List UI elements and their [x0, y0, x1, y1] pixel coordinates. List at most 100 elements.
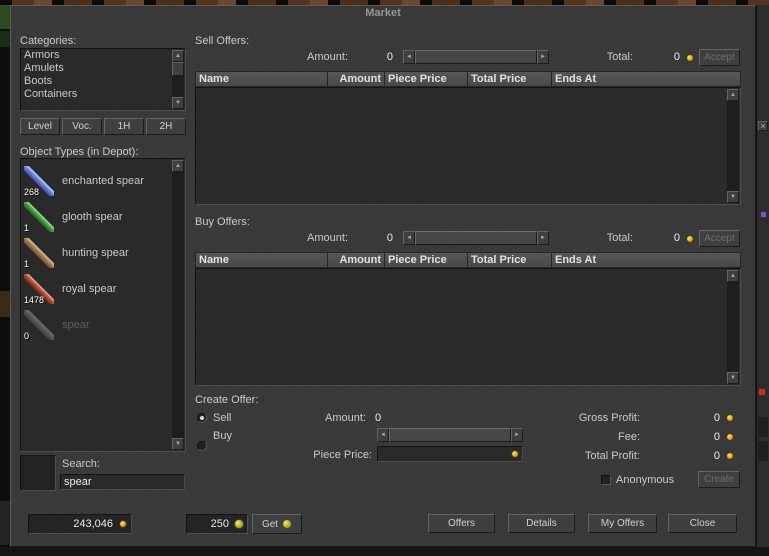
slider-left-icon[interactable]: ◄: [403, 231, 415, 245]
object-row-enchanted-spear[interactable]: 268 enchanted spear: [21, 163, 185, 199]
column-name[interactable]: Name: [196, 72, 328, 86]
create-amount-label: Amount:: [325, 412, 366, 424]
sidebar-slot: [758, 417, 768, 437]
slider-right-icon[interactable]: ►: [511, 428, 523, 442]
column-total-price[interactable]: Total Price: [468, 253, 552, 267]
buy-offers-table[interactable]: ▲ ▼: [195, 268, 741, 386]
anonymous-label[interactable]: Anonymous: [616, 474, 674, 486]
slider-left-icon[interactable]: ◄: [377, 428, 389, 442]
object-name: royal spear: [62, 283, 117, 295]
total-profit-label: Total Profit:: [584, 450, 640, 462]
column-ends-at[interactable]: Ends At: [552, 253, 740, 267]
status-marker-icon: [759, 389, 765, 395]
item-count: 1: [24, 259, 30, 269]
create-amount-slider[interactable]: ◄ ►: [377, 428, 523, 442]
create-button[interactable]: Create: [698, 471, 740, 488]
sell-accept-button[interactable]: Accept: [699, 49, 740, 66]
sidebar-edge: ×: [756, 5, 769, 547]
scrollbar-thumb[interactable]: [172, 62, 184, 76]
hunting-spear-icon: 1: [24, 238, 54, 269]
filter-level-button[interactable]: Level: [20, 118, 60, 135]
game-border-bottom: [0, 547, 769, 556]
gold-coin-icon: [726, 452, 734, 460]
sell-radio[interactable]: [197, 413, 207, 423]
object-name: hunting spear: [62, 247, 129, 259]
column-amount[interactable]: Amount: [328, 72, 385, 86]
offers-button[interactable]: Offers: [428, 514, 495, 533]
object-row-hunting-spear[interactable]: 1 hunting spear: [21, 235, 185, 271]
category-item[interactable]: Containers: [21, 88, 185, 101]
categories-listbox[interactable]: Armors Amulets Boots Containers ▲ ▼: [20, 48, 186, 111]
scroll-down-icon[interactable]: ▼: [172, 438, 184, 450]
sell-amount-slider[interactable]: ◄ ►: [403, 50, 549, 64]
column-total-price[interactable]: Total Price: [468, 72, 552, 86]
client-screen: × Market Categories: Armors Amulets Boot…: [0, 0, 769, 556]
buy-table-scrollbar[interactable]: ▲ ▼: [727, 270, 739, 384]
fee-value: 0: [713, 431, 720, 443]
selected-item-slot: [20, 455, 56, 491]
object-list-scrollbar[interactable]: ▲ ▼: [172, 160, 184, 450]
sell-radio-label[interactable]: Sell: [213, 412, 231, 424]
slider-thumb[interactable]: [389, 428, 511, 442]
column-piece-price[interactable]: Piece Price: [385, 72, 468, 86]
close-icon[interactable]: ×: [758, 121, 768, 131]
filter-2h-button[interactable]: 2H: [146, 118, 186, 135]
slider-thumb[interactable]: [415, 231, 537, 245]
buy-radio[interactable]: [197, 441, 207, 451]
search-input[interactable]: [60, 474, 185, 490]
close-button[interactable]: Close: [668, 514, 737, 533]
fee-label: Fee:: [617, 431, 640, 443]
column-piece-price[interactable]: Piece Price: [385, 253, 468, 267]
scroll-down-icon[interactable]: ▼: [727, 191, 739, 203]
gross-profit-value: 0: [713, 412, 720, 424]
buy-amount-slider[interactable]: ◄ ►: [403, 231, 549, 245]
filter-vocation-button[interactable]: Voc.: [62, 118, 102, 135]
anonymous-checkbox[interactable]: [601, 475, 611, 485]
slider-right-icon[interactable]: ►: [537, 231, 549, 245]
details-button[interactable]: Details: [508, 514, 575, 533]
filter-1h-button[interactable]: 1H: [104, 118, 144, 135]
slider-right-icon[interactable]: ►: [537, 50, 549, 64]
get-coins-button[interactable]: Get: [252, 514, 302, 534]
gold-coin-icon: [726, 433, 734, 441]
buy-amount-value: 0: [386, 232, 393, 244]
tibia-coins-value: 250: [210, 518, 229, 530]
column-ends-at[interactable]: Ends At: [552, 72, 740, 86]
sell-amount-label: Amount:: [307, 51, 348, 63]
buy-total-label: Total:: [606, 232, 633, 244]
sell-table-header: Name Amount Piece Price Total Price Ends…: [195, 71, 741, 87]
category-item[interactable]: Boots: [21, 75, 185, 88]
game-world-pixels: [0, 291, 10, 317]
buy-radio-label[interactable]: Buy: [213, 430, 232, 442]
slider-left-icon[interactable]: ◄: [403, 50, 415, 64]
scroll-up-icon[interactable]: ▲: [727, 89, 739, 101]
object-row-glooth-spear[interactable]: 1 glooth spear: [21, 199, 185, 235]
buy-total-value: 0: [673, 232, 680, 244]
scroll-up-icon[interactable]: ▲: [172, 50, 184, 62]
my-offers-button[interactable]: My Offers: [588, 514, 657, 533]
category-item[interactable]: Armors: [21, 49, 185, 62]
scroll-down-icon[interactable]: ▼: [172, 97, 184, 109]
column-amount[interactable]: Amount: [328, 253, 385, 267]
sell-offers-table[interactable]: ▲ ▼: [195, 87, 741, 205]
object-row-spear[interactable]: 0 spear: [21, 307, 185, 343]
sell-table-scrollbar[interactable]: ▲ ▼: [727, 89, 739, 203]
category-item[interactable]: Amulets: [21, 62, 185, 75]
enchanted-spear-icon: 268: [24, 166, 54, 197]
window-title: Market: [365, 7, 401, 19]
game-world-pixels: [0, 31, 10, 47]
scroll-up-icon[interactable]: ▲: [172, 160, 184, 172]
scroll-down-icon[interactable]: ▼: [727, 372, 739, 384]
categories-scrollbar[interactable]: ▲ ▼: [172, 50, 184, 109]
sell-offers-label: Sell Offers:: [195, 35, 250, 47]
scroll-up-icon[interactable]: ▲: [727, 270, 739, 282]
object-row-royal-spear[interactable]: 1478 royal spear: [21, 271, 185, 307]
piece-price-input[interactable]: [377, 446, 523, 462]
object-types-list[interactable]: 268 enchanted spear 1 glooth spear 1 hun…: [20, 158, 186, 452]
buy-accept-button[interactable]: Accept: [699, 230, 740, 247]
sidebar-slot: [758, 441, 768, 461]
object-name: spear: [62, 319, 90, 331]
slider-thumb[interactable]: [415, 50, 537, 64]
column-name[interactable]: Name: [196, 253, 328, 267]
object-name: glooth spear: [62, 211, 123, 223]
